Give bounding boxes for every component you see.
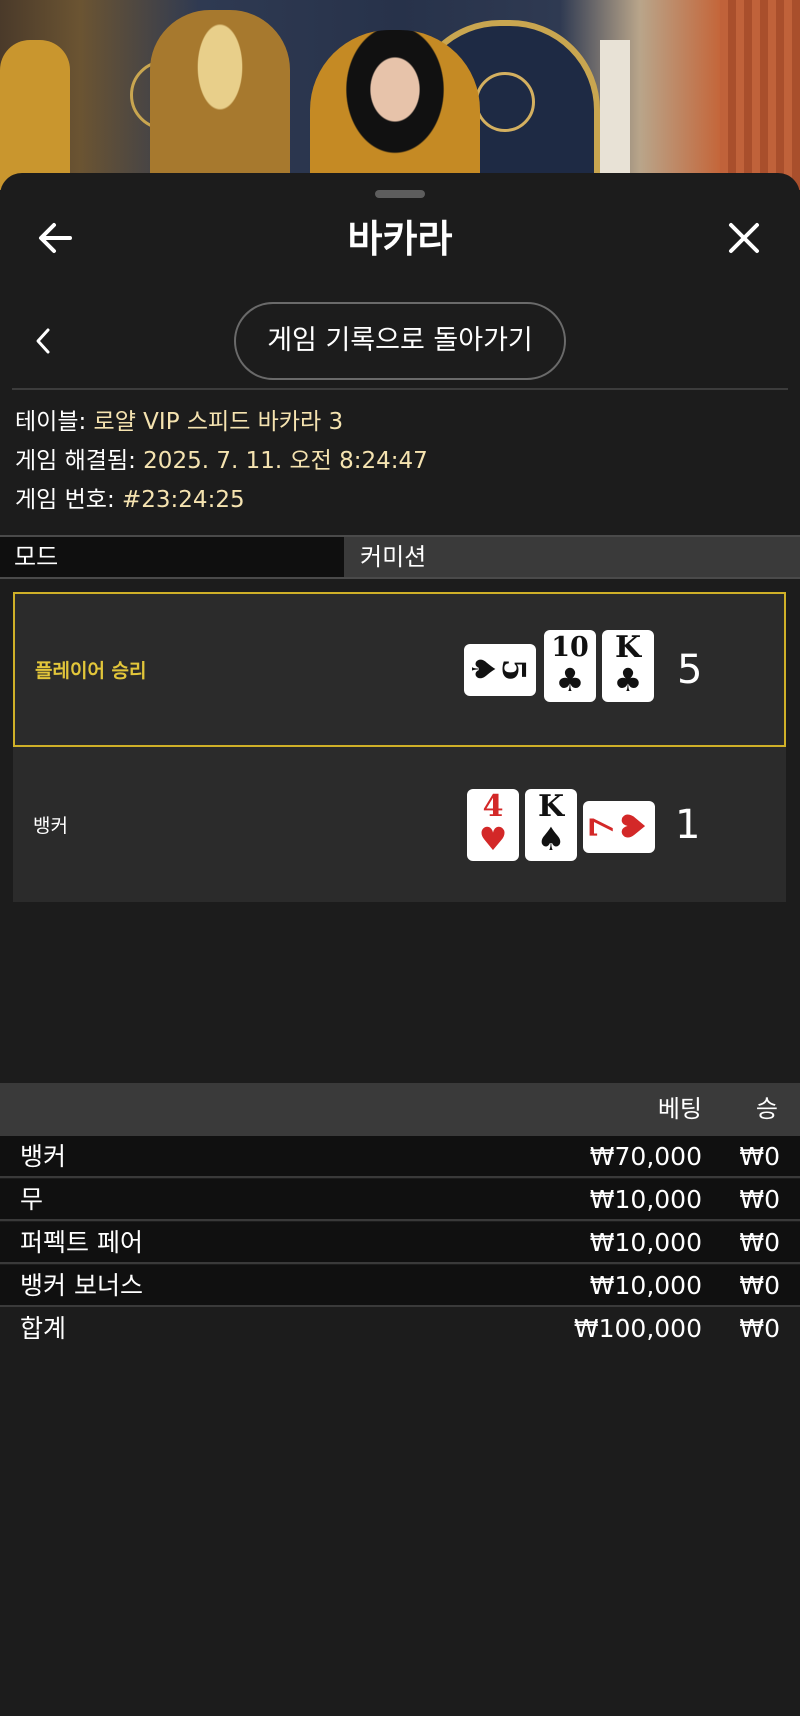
bet-amount: ₩10,000 [589,1228,702,1257]
table-row: 무 ₩10,000 ₩0 [0,1179,800,1221]
history-sheet: 바카라 게임 기록으로 돌아가기 테이블: 로얄 VIP 스피드 바카라 3 게… [0,173,800,1716]
win-amount: ₩0 [739,1228,780,1257]
banker-card-1: 4 ♥ [467,789,519,861]
player-hand: 플레이어 승리 5 ♠ 10 ♣ K ♣ 5 [13,592,786,747]
heart-icon: ♥ [615,811,653,841]
resolved-info: 게임 해결됨: 2025. 7. 11. 오전 8:24:47 [15,445,428,477]
video-dealer-assistant [150,10,290,200]
win-amount: ₩0 [739,1271,780,1300]
arrow-left-icon[interactable] [36,218,76,258]
table-info: 테이블: 로얄 VIP 스피드 바카라 3 [15,406,343,438]
banker-label: 뱅커 [33,815,68,837]
club-icon: ♣ [555,661,585,699]
mode-label: 모드 [0,537,344,577]
card-rank: 10 [551,632,589,663]
win-amount: ₩0 [739,1142,780,1171]
game-number-value: #23:24:25 [122,487,245,513]
card-rank: K [614,630,642,665]
table-row: 뱅커 보너스 ₩10,000 ₩0 [0,1265,800,1307]
banker-hand: 뱅커 4 ♥ K ♠ 7 ♥ 1 [13,747,786,902]
back-to-history-button[interactable]: 게임 기록으로 돌아가기 [234,302,566,380]
table-row: 뱅커 ₩70,000 ₩0 [0,1136,800,1178]
mode-bar: 모드 커미션 [0,535,800,579]
spade-icon: ♠ [536,820,566,858]
bet-name: 뱅커 보너스 [20,1271,143,1300]
banker-card-2: K ♠ [525,789,577,861]
video-logo-crest [475,72,535,132]
heart-icon: ♥ [478,820,508,858]
club-icon: ♣ [613,661,643,699]
table-row: 퍼펙트 페어 ₩10,000 ₩0 [0,1222,800,1264]
video-pillar [600,40,630,190]
bet-amount: ₩10,000 [589,1271,702,1300]
bet-name: 뱅커 [20,1142,67,1171]
screen: 바카라 게임 기록으로 돌아가기 테이블: 로얄 VIP 스피드 바카라 3 게… [0,0,800,1716]
divider [12,388,788,390]
resolved-label: 게임 해결됨: [15,448,144,474]
card-rank: 4 [482,789,504,824]
card-rank: K [537,789,565,824]
player-card-1: 5 ♠ [464,644,536,696]
bet-amount: ₩10,000 [589,1185,702,1214]
player-card-2: 10 ♣ [544,630,596,702]
column-bet: 베팅 [657,1095,702,1123]
table-label: 테이블: [15,409,94,435]
mode-value: 커미션 [360,543,427,571]
bet-amount: ₩70,000 [589,1142,702,1171]
player-card-3: K ♣ [602,630,654,702]
win-amount: ₩0 [739,1185,780,1214]
spade-icon: ♠ [464,654,502,684]
video-curtain [720,0,800,190]
column-win: 승 [755,1095,778,1123]
banker-card-3: 7 ♥ [583,801,655,853]
live-video-feed [0,0,800,200]
chevron-left-icon[interactable] [28,321,58,361]
banker-score: 1 [675,801,701,848]
page-title: 바카라 [347,217,453,261]
bet-name: 무 [20,1185,44,1214]
total-row: 합계 ₩100,000 ₩0 [0,1308,800,1350]
total-bet: ₩100,000 [573,1314,702,1343]
sheet-drag-handle[interactable] [375,190,425,198]
bets-table-header: 베팅 승 [0,1083,800,1136]
player-result-label: 플레이어 승리 [35,660,147,682]
total-win: ₩0 [739,1314,780,1343]
bet-name: 퍼펙트 페어 [20,1228,143,1257]
game-number-info: 게임 번호: #23:24:25 [15,484,245,516]
resolved-value: 2025. 7. 11. 오전 8:24:47 [143,448,428,474]
close-icon[interactable] [724,218,764,258]
total-label: 합계 [20,1314,67,1343]
game-number-label: 게임 번호: [15,487,123,513]
player-score: 5 [677,646,703,693]
table-value: 로얄 VIP 스피드 바카라 3 [93,409,344,435]
video-figure [0,40,70,190]
